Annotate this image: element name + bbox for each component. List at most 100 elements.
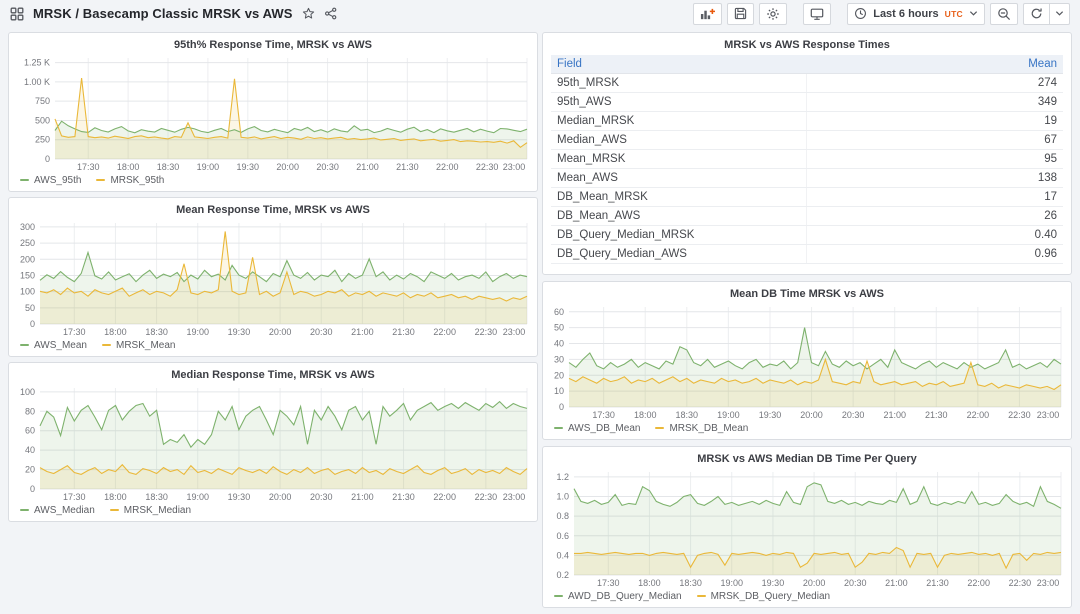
legend-swatch-icon <box>697 595 706 597</box>
svg-text:21:00: 21:00 <box>883 410 906 420</box>
time-series-plot[interactable]: 17:3018:0018:3019:0019:3020:0020:3021:00… <box>551 467 1063 588</box>
panel-95th-response-time: 95th% Response Time, MRSK vs AWS 17:3018… <box>8 32 538 192</box>
refresh-button[interactable] <box>1023 3 1050 25</box>
cycle-view-mode-button[interactable] <box>803 3 831 25</box>
mean-cell: 95 <box>807 153 1063 165</box>
legend-item-AWS_Median[interactable]: AWS_Median <box>20 505 95 516</box>
legend-item-AWS_Mean[interactable]: AWS_Mean <box>20 340 87 351</box>
column-header-mean[interactable]: Mean <box>807 58 1063 70</box>
panel-title[interactable]: Median Response Time, MRSK vs AWS <box>17 366 529 383</box>
svg-text:23:00: 23:00 <box>503 327 526 337</box>
mean-cell: 0.96 <box>807 248 1063 260</box>
panel-title[interactable]: MRSK vs AWS Response Times <box>551 36 1063 53</box>
svg-text:23:00: 23:00 <box>503 162 526 172</box>
legend-item-MRSK_Mean[interactable]: MRSK_Mean <box>102 340 175 351</box>
dashboards-grid-icon[interactable] <box>10 7 24 21</box>
mean-cell: 138 <box>807 172 1063 184</box>
legend-swatch-icon <box>20 344 29 346</box>
field-cell: 95th_MRSK <box>551 74 807 92</box>
svg-text:22:30: 22:30 <box>1008 410 1031 420</box>
chart-legend: AWS_DB_Mean MRSK_DB_Mean <box>551 420 1063 436</box>
field-cell: 95th_AWS <box>551 93 807 111</box>
svg-text:20: 20 <box>554 370 564 380</box>
legend-swatch-icon <box>20 509 29 511</box>
legend-label: MRSK_DB_Query_Median <box>711 591 831 602</box>
svg-text:0.2: 0.2 <box>556 570 569 580</box>
zoom-out-button[interactable] <box>990 3 1018 25</box>
svg-text:22:00: 22:00 <box>433 327 456 337</box>
panel-median-db-time-per-query: MRSK vs AWS Median DB Time Per Query 17:… <box>542 446 1072 608</box>
table-row: DB_Mean_AWS26 <box>551 207 1063 226</box>
legend-swatch-icon <box>554 595 563 597</box>
legend-label: MRSK_Mean <box>116 340 175 351</box>
data-table: Field Mean 95th_MRSK27495th_AWS349Median… <box>551 55 1063 271</box>
panel-title[interactable]: 95th% Response Time, MRSK vs AWS <box>17 36 529 53</box>
time-series-plot[interactable]: 17:3018:0018:3019:0019:3020:0020:3021:00… <box>551 302 1063 420</box>
svg-text:18:00: 18:00 <box>634 410 657 420</box>
svg-text:30: 30 <box>554 354 564 364</box>
field-cell: DB_Query_Median_AWS <box>551 245 807 263</box>
panel-response-times-table: MRSK vs AWS Response Times Field Mean 95… <box>542 32 1072 275</box>
legend-item-MRSK_DB_Query_Median[interactable]: MRSK_DB_Query_Median <box>697 591 831 602</box>
add-panel-button[interactable] <box>693 3 722 25</box>
panel-title[interactable]: MRSK vs AWS Median DB Time Per Query <box>551 450 1063 467</box>
svg-text:80: 80 <box>25 406 35 416</box>
panel-title[interactable]: Mean DB Time MRSK vs AWS <box>551 285 1063 302</box>
svg-text:18:00: 18:00 <box>638 578 661 588</box>
field-cell: Median_MRSK <box>551 112 807 130</box>
svg-text:0.4: 0.4 <box>556 550 569 560</box>
legend-item-AWD_DB_Query_Median[interactable]: AWD_DB_Query_Median <box>554 591 682 602</box>
svg-text:19:00: 19:00 <box>720 578 743 588</box>
toolbar: Last 6 hours UTC <box>693 3 1070 25</box>
dashboard-settings-button[interactable] <box>759 3 787 25</box>
mean-cell: 26 <box>807 210 1063 222</box>
time-series-plot[interactable]: 17:3018:0018:3019:0019:3020:0020:3021:00… <box>17 383 529 502</box>
column-header-field[interactable]: Field <box>551 58 807 70</box>
svg-text:22:30: 22:30 <box>475 327 498 337</box>
legend-item-MRSK_DB_Mean[interactable]: MRSK_DB_Mean <box>655 423 748 434</box>
time-range-picker[interactable]: Last 6 hours UTC <box>847 3 985 25</box>
legend-item-MRSK_95th[interactable]: MRSK_95th <box>96 175 164 186</box>
mean-cell: 67 <box>807 134 1063 146</box>
svg-text:18:30: 18:30 <box>676 410 699 420</box>
svg-text:20: 20 <box>25 465 35 475</box>
svg-text:18:30: 18:30 <box>679 578 702 588</box>
svg-text:1.25 K: 1.25 K <box>24 58 50 68</box>
svg-text:1.00 K: 1.00 K <box>24 77 50 87</box>
panel-title[interactable]: Mean Response Time, MRSK vs AWS <box>17 201 529 218</box>
chevron-down-icon <box>969 9 978 18</box>
time-series-plot[interactable]: 17:3018:0018:3019:0019:3020:0020:3021:00… <box>17 218 529 337</box>
svg-text:23:00: 23:00 <box>503 492 526 502</box>
time-series-plot[interactable]: 17:3018:0018:3019:0019:3020:0020:3021:00… <box>17 53 529 172</box>
svg-text:21:30: 21:30 <box>396 162 419 172</box>
svg-text:21:00: 21:00 <box>356 162 379 172</box>
legend-label: MRSK_DB_Mean <box>669 423 748 434</box>
legend-item-AWS_DB_Mean[interactable]: AWS_DB_Mean <box>554 423 640 434</box>
legend-item-MRSK_Median[interactable]: MRSK_Median <box>110 505 191 516</box>
svg-text:19:00: 19:00 <box>197 162 220 172</box>
chart-legend: AWS_95th MRSK_95th <box>17 172 529 188</box>
svg-text:18:30: 18:30 <box>157 162 180 172</box>
refresh-interval-dropdown[interactable] <box>1050 3 1070 25</box>
svg-text:17:30: 17:30 <box>63 492 86 502</box>
svg-text:18:30: 18:30 <box>145 327 168 337</box>
table-row: 95th_MRSK274 <box>551 74 1063 93</box>
table-row: Mean_MRSK95 <box>551 150 1063 169</box>
clock-icon <box>854 7 867 20</box>
share-icon[interactable] <box>324 7 337 20</box>
svg-text:50: 50 <box>25 303 35 313</box>
svg-text:19:30: 19:30 <box>228 492 251 502</box>
svg-text:20:30: 20:30 <box>844 578 867 588</box>
svg-text:21:30: 21:30 <box>925 410 948 420</box>
svg-text:18:00: 18:00 <box>104 492 127 502</box>
legend-swatch-icon <box>20 179 29 181</box>
legend-label: AWS_Mean <box>34 340 87 351</box>
table-row: DB_Query_Median_AWS0.96 <box>551 245 1063 264</box>
legend-item-AWS_95th[interactable]: AWS_95th <box>20 175 81 186</box>
save-dashboard-button[interactable] <box>727 3 754 25</box>
legend-label: AWS_95th <box>34 175 81 186</box>
svg-text:100: 100 <box>20 387 35 397</box>
field-cell: DB_Mean_MRSK <box>551 188 807 206</box>
svg-text:18:00: 18:00 <box>104 327 127 337</box>
star-icon[interactable] <box>302 7 315 20</box>
